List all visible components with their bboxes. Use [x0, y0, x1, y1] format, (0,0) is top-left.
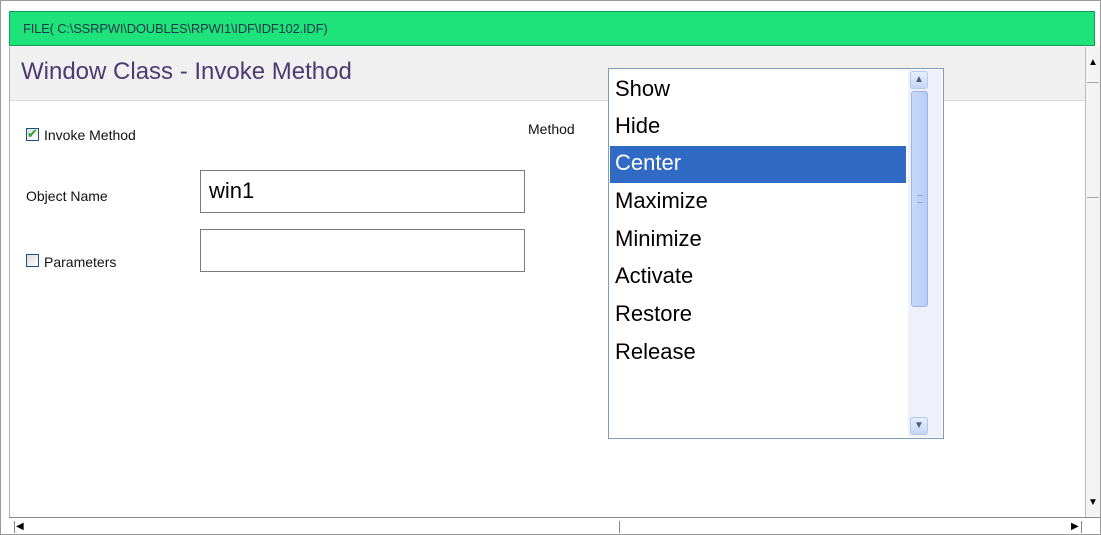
list-item-selected[interactable]: Center: [610, 146, 906, 183]
list-item[interactable]: Hide: [610, 109, 906, 146]
method-listbox[interactable]: Show Hide Center Maximize Minimize Activ…: [608, 68, 944, 439]
scroll-divider: [619, 521, 620, 533]
list-item[interactable]: Maximize: [610, 184, 906, 221]
list-item[interactable]: Minimize: [610, 222, 906, 259]
scroll-divider: [1087, 197, 1099, 198]
page-vertical-scrollbar[interactable]: ▲ ▼: [1085, 47, 1100, 517]
parameters-checkbox[interactable]: [26, 254, 39, 267]
invoke-method-checkbox[interactable]: ✔: [26, 126, 39, 141]
list-item[interactable]: Activate: [610, 259, 906, 296]
panel-title: Window Class - Invoke Method: [21, 58, 352, 85]
parameters-label[interactable]: Parameters: [44, 254, 116, 270]
parameters-input[interactable]: [200, 229, 525, 272]
object-name-label: Object Name: [26, 188, 108, 204]
arrow-right-icon[interactable]: ▶: [1071, 522, 1079, 532]
list-item[interactable]: Show: [610, 72, 906, 109]
list-item[interactable]: Restore: [610, 297, 906, 334]
file-path-bar: FILE( C:\SSRPWI\DOUBLES\RPWI1\IDF\IDF102…: [9, 11, 1095, 46]
arrow-left-icon[interactable]: ◀: [16, 522, 24, 532]
listbox-scrollbar[interactable]: ▲ ▼: [908, 70, 942, 437]
chevron-up-icon[interactable]: ▲: [910, 71, 928, 89]
chevron-down-icon[interactable]: ▼: [910, 417, 928, 435]
listbox-scroll-thumb[interactable]: [911, 91, 928, 307]
check-icon: ✔: [27, 126, 38, 141]
method-label: Method: [528, 121, 575, 137]
list-item[interactable]: Release: [610, 335, 906, 372]
file-path: FILE( C:\SSRPWI\DOUBLES\RPWI1\IDF\IDF102…: [23, 21, 328, 36]
list-item-partial: [610, 372, 906, 396]
scroll-down-arrow-icon[interactable]: ▼: [1088, 498, 1098, 508]
page-horizontal-scrollbar[interactable]: ◀ ▶: [9, 517, 1100, 534]
object-name-input[interactable]: win1: [200, 170, 525, 213]
invoke-method-label[interactable]: Invoke Method: [44, 127, 136, 143]
scroll-up-arrow-icon[interactable]: ▲: [1088, 58, 1098, 68]
scroll-divider: [14, 521, 15, 533]
scroll-divider: [1087, 82, 1099, 83]
grip-icon: [917, 195, 923, 203]
scroll-divider: [1081, 521, 1082, 533]
